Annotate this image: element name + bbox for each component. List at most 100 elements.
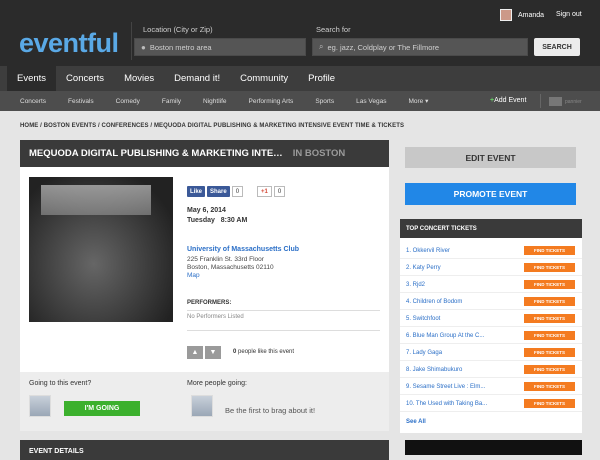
find-tickets-button[interactable]: FIND TICKETS (524, 263, 575, 272)
user-menu[interactable]: Amanda (500, 9, 544, 21)
eventful-logo[interactable]: eventful (19, 30, 119, 57)
nav-demand-it[interactable]: Demand it! (164, 66, 230, 91)
ticket-row: 9. Sesame Street Live : Elm... FIND TICKE… (400, 379, 582, 395)
nav-community[interactable]: Community (230, 66, 298, 91)
my-avatar (29, 395, 51, 417)
ticket-artist[interactable]: 10. The Used with Taking Ba... (406, 401, 487, 407)
like-label: people like this event (238, 349, 295, 355)
find-tickets-button[interactable]: FIND TICKETS (524, 365, 575, 374)
gplus-button[interactable]: +1 (257, 186, 272, 197)
ticket-artist[interactable]: 2. Katy Perry (406, 265, 441, 271)
brag-text: Be the first to brag about it! (225, 406, 316, 415)
subnav-sports[interactable]: Sports (303, 98, 344, 105)
find-tickets-button[interactable]: FIND TICKETS (524, 382, 575, 391)
event-time: Tuesday 8:30 AM (187, 217, 247, 224)
subnav-more-label: More (408, 98, 424, 105)
ticket-artist[interactable]: 6. Blue Man Group At the C... (406, 333, 484, 339)
location-field[interactable]: ● Boston metro area (134, 38, 306, 56)
top-bar: eventful Location (City or Zip) ● Boston… (0, 0, 600, 66)
ticket-row: 8. Jake Shimabukuro FIND TICKETS (400, 362, 582, 378)
facebook-share-button[interactable]: Share (207, 186, 230, 197)
ticket-artist[interactable]: 9. Sesame Street Live : Elm... (406, 384, 485, 390)
ticket-artist[interactable]: 8. Jake Shimabukuro (406, 367, 462, 373)
going-panel: Going to this event? I'M GOING More peop… (20, 372, 389, 431)
add-event-link[interactable]: +Add Event (490, 97, 526, 104)
subnav-festivals[interactable]: Festivals (56, 98, 104, 105)
event-card: Like Share 0 +1 0 May 6, 2014 Tuesday 8:… (20, 167, 389, 372)
performers-divider (187, 310, 380, 311)
location-label: Location (City or Zip) (143, 25, 213, 34)
facebook-like-button[interactable]: Like (187, 186, 206, 197)
nav-events[interactable]: Events (7, 66, 57, 91)
location-value: Boston metro area (149, 42, 212, 52)
find-tickets-button[interactable]: FIND TICKETS (524, 331, 575, 340)
ad-block[interactable] (405, 440, 582, 455)
main-nav: Events Concerts Movies Demand it! Commun… (0, 66, 600, 91)
user-avatar (500, 9, 512, 21)
ticket-artist[interactable]: 5. Switchfoot (406, 316, 440, 322)
find-tickets-button[interactable]: FIND TICKETS (524, 246, 575, 255)
event-start-time: 8:30 AM (220, 217, 248, 224)
ticket-artist[interactable]: 3. Rjd2 (406, 282, 425, 288)
nav-concerts[interactable]: Concerts (56, 66, 114, 91)
find-tickets-button[interactable]: FIND TICKETS (524, 314, 575, 323)
event-details-header: EVENT DETAILS (20, 440, 389, 460)
see-all-link[interactable]: See All (406, 419, 426, 425)
sign-out-link[interactable]: Sign out (556, 11, 582, 18)
find-tickets-button[interactable]: FIND TICKETS (524, 399, 575, 408)
venue-address-line1: 225 Franklin St. 33rd Floor (187, 256, 264, 263)
search-input[interactable]: ⌕ eg. jazz, Coldplay or The Fillmore (312, 38, 528, 56)
performers-value: No Performers Listed (187, 314, 244, 320)
tickets-title: TOP CONCERT TICKETS (400, 219, 582, 238)
subnav-comedy[interactable]: Comedy (104, 98, 150, 105)
thumbs-up-icon[interactable]: ▲ (187, 346, 203, 359)
venue-link[interactable]: University of Massachusetts Club (187, 246, 299, 253)
search-button[interactable]: SEARCH (534, 38, 580, 56)
subnav-nightlife[interactable]: Nightlife (191, 98, 236, 105)
subnav-divider (540, 94, 541, 108)
top-concert-tickets: TOP CONCERT TICKETS 1. Okkervil River FIN… (400, 219, 582, 433)
subnav-performing-arts[interactable]: Performing Arts (237, 98, 304, 105)
subnav-more[interactable]: More ▾ (396, 97, 438, 105)
nav-movies[interactable]: Movies (114, 66, 164, 91)
edit-event-button[interactable]: EDIT EVENT (405, 147, 576, 168)
likes-divider (187, 330, 380, 331)
ticket-artist[interactable]: 7. Lady Gaga (406, 350, 442, 356)
event-photo[interactable] (29, 177, 173, 322)
thumbs-down-icon[interactable]: ▼ (205, 346, 221, 359)
vote-buttons: ▲ ▼ (187, 346, 221, 359)
find-tickets-button[interactable]: FIND TICKETS (524, 297, 575, 306)
event-date: May 6, 2014 (187, 207, 226, 214)
gplus-count: 0 (273, 186, 286, 197)
ticket-row: 5. Switchfoot FIND TICKETS (400, 311, 582, 327)
user-name: Amanda (518, 11, 545, 19)
ticket-artist[interactable]: 4. Children of Bodom (406, 299, 462, 305)
find-tickets-button[interactable]: FIND TICKETS (524, 280, 575, 289)
photo-ceiling-lights (41, 185, 151, 215)
subnav-las-vegas[interactable]: Las Vegas (344, 98, 396, 105)
find-tickets-button[interactable]: FIND TICKETS (524, 348, 575, 357)
event-city: IN BOSTON (292, 148, 346, 159)
map-link[interactable]: Map (187, 272, 200, 279)
subnav-concerts[interactable]: Concerts (0, 98, 56, 105)
im-going-button[interactable]: I'M GOING (64, 401, 140, 416)
breadcrumb[interactable]: HOME / BOSTON EVENTS / CONFERENCES / MEQ… (20, 123, 404, 129)
nav-profile[interactable]: Profile (298, 66, 345, 91)
subnav-family[interactable]: Family (150, 98, 191, 105)
pm-icon[interactable] (549, 97, 562, 106)
chevron-down-icon: ▾ (425, 98, 429, 105)
ticket-row: 3. Rjd2 FIND TICKETS (400, 277, 582, 293)
location-pin-icon: ● (141, 42, 146, 52)
placeholder-avatar (191, 395, 213, 417)
ticket-artist[interactable]: 1. Okkervil River (406, 248, 450, 254)
ticket-row: 6. Blue Man Group At the C... FIND TICKET… (400, 328, 582, 344)
add-event-label: Add Event (494, 97, 527, 104)
header-divider (131, 22, 132, 60)
pm-label: pannier (565, 99, 582, 105)
like-count-text: 0 people like this event (233, 349, 294, 355)
event-title-bar: MEQUODA DIGITAL PUBLISHING & MARKETING I… (20, 140, 389, 167)
promote-event-button[interactable]: PROMOTE EVENT (405, 183, 576, 205)
event-title: MEQUODA DIGITAL PUBLISHING & MARKETING I… (29, 148, 283, 159)
event-day: Tuesday (187, 217, 215, 224)
performers-label: PERFORMERS: (187, 300, 232, 306)
